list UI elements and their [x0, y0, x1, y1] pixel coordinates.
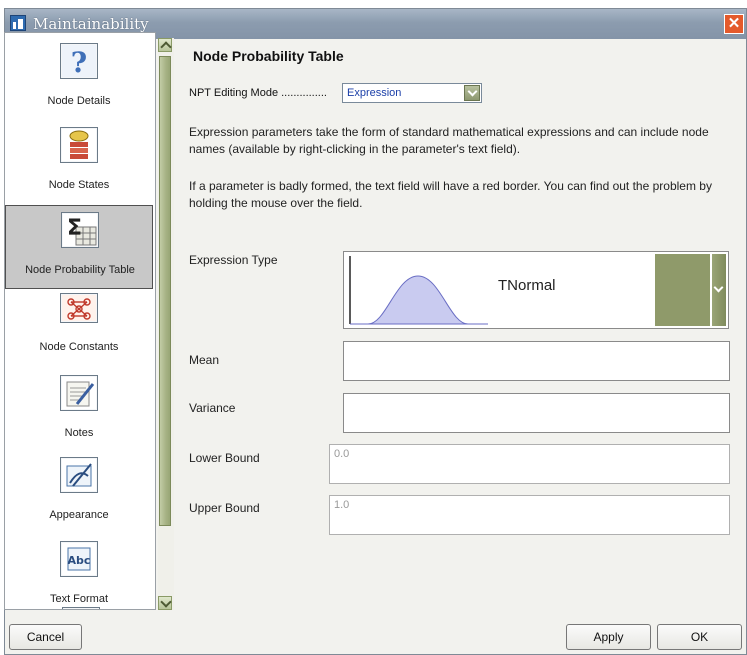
text-format-icon: Abc	[60, 541, 98, 577]
svg-text:Abc: Abc	[68, 554, 91, 567]
expression-color-swatch	[655, 254, 710, 326]
sidebar-item-node-details[interactable]: ? Node Details	[5, 37, 153, 121]
npt-mode-value: Expression	[347, 87, 402, 99]
border-help-text: If a parameter is badly formed, the text…	[189, 179, 712, 210]
scroll-thumb[interactable]	[159, 56, 171, 526]
npt-mode-select[interactable]: Expression	[342, 83, 482, 103]
close-button[interactable]: ✕	[724, 14, 744, 34]
page-title: Node Probability Table	[193, 48, 344, 64]
question-icon: ?	[60, 43, 98, 79]
app-icon	[10, 15, 26, 31]
sidebar-item-node-probability-table[interactable]: Σ Node Probability Table	[5, 205, 153, 289]
sidebar: ? Node Details Node States Σ Node Probab…	[4, 32, 156, 610]
cancel-button[interactable]: Cancel	[9, 624, 82, 650]
mean-label: Mean	[189, 353, 220, 367]
expression-help-text: Expression parameters take the form of s…	[189, 125, 709, 156]
expression-type-label: Expression Type	[189, 253, 278, 267]
apply-button[interactable]: Apply	[566, 624, 651, 650]
sidebar-item-label: Node Constants	[39, 341, 119, 353]
sidebar-item-text-format[interactable]: Abc Text Format	[5, 535, 153, 609]
sidebar-item-label: Text Format	[49, 593, 109, 605]
sidebar-item-label: Node Details	[47, 95, 111, 107]
sidebar-item-label: Notes	[64, 427, 94, 439]
svg-text:?: ?	[71, 46, 87, 78]
sidebar-item-label: Node Probability Table	[25, 264, 135, 276]
lower-bound-field[interactable]: 0.0	[329, 444, 730, 484]
variance-field[interactable]	[343, 393, 730, 433]
chevron-down-icon[interactable]	[712, 254, 726, 326]
normal-distribution-icon	[349, 256, 488, 325]
sidebar-item-node-constants[interactable]: Node Constants	[5, 289, 153, 373]
variance-label: Variance	[189, 401, 236, 415]
sidebar-item-appearance[interactable]: Appearance	[5, 451, 153, 535]
upper-bound-label: Upper Bound	[189, 501, 260, 515]
upper-bound-field[interactable]: 1.0	[329, 495, 730, 535]
scroll-down-button[interactable]	[158, 596, 172, 610]
sidebar-item-node-states[interactable]: Node States	[5, 121, 153, 205]
npt-mode-label: NPT Editing Mode ...............	[189, 87, 327, 99]
notes-icon	[60, 375, 98, 411]
constants-icon	[60, 293, 98, 323]
chevron-down-icon[interactable]	[464, 85, 480, 101]
sidebar-item-notes[interactable]: Notes	[5, 369, 153, 453]
scroll-up-button[interactable]	[158, 38, 172, 52]
expression-type-select[interactable]: TNormal	[343, 251, 729, 329]
expression-type-value: TNormal	[498, 277, 556, 294]
partial-item-icon	[62, 607, 100, 609]
close-icon: ✕	[727, 15, 741, 32]
sigma-table-icon: Σ	[61, 212, 99, 248]
ok-button[interactable]: OK	[657, 624, 742, 650]
mean-field[interactable]	[343, 341, 730, 381]
lower-bound-label: Lower Bound	[189, 451, 260, 465]
appearance-icon	[60, 457, 98, 493]
sidebar-item-label: Node States	[48, 179, 110, 191]
node-states-icon	[60, 127, 98, 163]
sidebar-scrollbar[interactable]	[158, 38, 174, 610]
sidebar-item-label: Appearance	[49, 509, 109, 521]
window-title: Maintainability	[33, 15, 149, 33]
svg-text:Σ: Σ	[67, 216, 82, 241]
